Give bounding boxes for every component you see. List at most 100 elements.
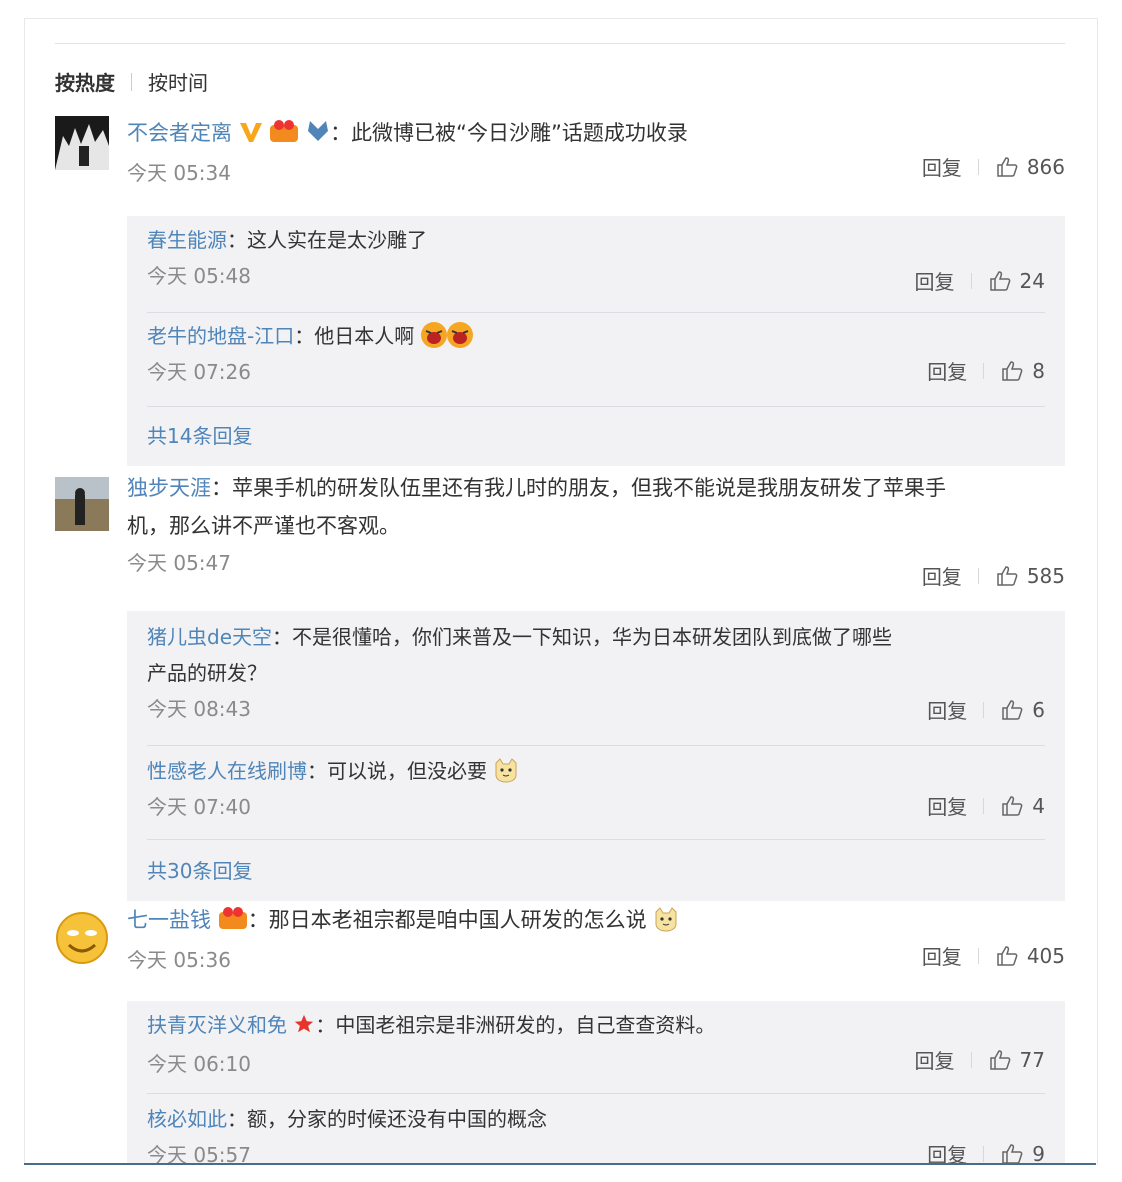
sort-by-time[interactable]: 按时间	[148, 67, 208, 96]
reply-actions: 回复 24	[915, 266, 1045, 295]
username[interactable]: 不会者定离	[127, 121, 232, 145]
reply-button[interactable]: 回复	[922, 561, 962, 590]
reply-item: 核必如此：额，分家的时候还没有中国的概念 今天 05:57 回复 9	[147, 1101, 1045, 1165]
reply-time: 今天 07:40	[147, 795, 251, 819]
divider	[147, 745, 1045, 746]
thumbs-up-icon	[997, 565, 1018, 586]
like-button[interactable]: 866	[995, 155, 1065, 179]
reply-button[interactable]: 回复	[927, 791, 967, 820]
divider	[977, 947, 979, 964]
thumbs-up-icon	[989, 1049, 1010, 1070]
divider	[983, 362, 985, 379]
like-count: 8	[1032, 358, 1045, 383]
reply-text: 猪儿虫de天空：不是很懂哈，你们来普及一下知识，华为日本研发团队到底做了哪些	[147, 619, 1045, 655]
like-button[interactable]: 4	[1000, 794, 1045, 818]
divider	[970, 1051, 972, 1068]
like-button[interactable]: 6	[1000, 698, 1045, 722]
medal-icon	[306, 117, 330, 155]
username[interactable]: 独步天涯	[127, 476, 211, 500]
avatar[interactable]	[55, 911, 109, 965]
like-button[interactable]: 405	[995, 944, 1065, 968]
more-replies-link[interactable]: 共30条回复	[147, 855, 252, 884]
like-button[interactable]: 9	[1000, 1142, 1045, 1165]
avatar[interactable]	[55, 116, 109, 170]
sort-by-hot[interactable]: 按热度	[55, 67, 115, 96]
reply-text: 春生能源：这人实在是太沙雕了	[147, 222, 1045, 258]
thumbs-up-icon	[1002, 1143, 1023, 1164]
username[interactable]: 性感老人在线刷博	[147, 759, 307, 783]
reply-button[interactable]: 回复	[927, 356, 967, 385]
reply-content: ：可以说，但没必要	[307, 759, 487, 783]
comment-text: 独步天涯：苹果手机的研发队伍里还有我儿时的朋友，但我不能说是我朋友研发了苹果手	[127, 469, 1065, 507]
vip-v-icon	[239, 117, 263, 155]
reply-time: 今天 07:26	[147, 360, 251, 384]
comment-actions: 回复 405	[922, 941, 1065, 970]
like-button[interactable]: 24	[988, 269, 1045, 293]
comment-text: 不会者定离 ：此微博已被“今日沙雕”话题成功收录	[127, 114, 1065, 155]
like-button[interactable]: 77	[988, 1048, 1045, 1072]
divider	[977, 567, 979, 584]
reply-content: ：这人实在是太沙雕了	[227, 228, 427, 252]
reply-list: 扶青灭洋义和免 ：中国老祖宗是非洲研发的，自己查查资料。 今天 06:10 回复…	[127, 1001, 1065, 1165]
reply-actions: 回复 9	[927, 1139, 1045, 1166]
thumbs-up-icon	[1002, 360, 1023, 381]
avatar[interactable]	[55, 477, 109, 531]
comment-actions: 回复 585	[922, 561, 1065, 590]
comment-panel: 按热度 按时间 不会者定离 ：此微博已被“今日沙雕”话题成功收录 今天 05:3…	[24, 18, 1098, 1165]
reply-time: 今天 08:43	[147, 697, 251, 721]
comment-item: 不会者定离 ：此微博已被“今日沙雕”话题成功收录 今天 05:34 回复 866…	[55, 114, 1065, 466]
divider	[131, 72, 132, 91]
divider	[147, 312, 1045, 313]
like-count: 585	[1026, 563, 1065, 588]
like-button[interactable]: 585	[995, 564, 1065, 588]
reply-actions: 回复 6	[927, 695, 1045, 724]
like-count: 6	[1032, 697, 1045, 722]
reply-content: ：不是很懂哈，你们来普及一下知识，华为日本研发团队到底做了哪些	[272, 625, 892, 649]
reply-text-line2: 产品的研发？	[147, 661, 267, 685]
reply-content: ：中国老祖宗是非洲研发的，自己查查资料。	[315, 1013, 716, 1037]
username[interactable]: 春生能源	[147, 228, 227, 252]
reply-list: 春生能源：这人实在是太沙雕了 今天 05:48 回复 24 老牛的地盘-江口：他…	[127, 216, 1065, 466]
reply-content: ：额，分家的时候还没有中国的概念	[227, 1107, 547, 1131]
divider	[147, 839, 1045, 840]
username[interactable]: 七一盐钱	[127, 908, 211, 932]
reply-button[interactable]: 回复	[915, 1045, 955, 1074]
reply-text: 扶青灭洋义和免 ：中国老祖宗是非洲研发的，自己查查资料。	[147, 1007, 1045, 1046]
more-replies-link[interactable]: 共14条回复	[147, 420, 252, 449]
reply-time: 今天 05:57	[147, 1143, 251, 1165]
divider	[55, 43, 1065, 44]
laugh-emoji	[420, 322, 447, 348]
reply-text: 老牛的地盘-江口：他日本人啊	[147, 318, 1045, 354]
fan-badge-icon	[218, 904, 248, 942]
comment-text: 七一盐钱 ：那日本老祖宗都是咱中国人研发的怎么说	[127, 901, 1065, 942]
divider	[147, 1093, 1045, 1094]
reply-item: 春生能源：这人实在是太沙雕了 今天 05:48 回复 24	[147, 222, 1045, 294]
sort-bar: 按热度 按时间	[55, 67, 208, 96]
reply-content: ：他日本人啊	[294, 324, 415, 348]
username[interactable]: 猪儿虫de天空	[147, 625, 272, 649]
username[interactable]: 老牛的地盘-江口	[147, 324, 294, 348]
reply-item: 扶青灭洋义和免 ：中国老祖宗是非洲研发的，自己查查资料。 今天 06:10 回复…	[147, 1007, 1045, 1082]
comment-actions: 回复 866	[922, 152, 1065, 181]
like-button[interactable]: 8	[1000, 359, 1045, 383]
star-icon	[293, 1010, 315, 1046]
thumbs-up-icon	[1002, 699, 1023, 720]
reply-item: 老牛的地盘-江口：他日本人啊 今天 07:26 回复 8	[147, 318, 1045, 390]
comment-text-line2: 机，那么讲不严谨也不客观。	[127, 514, 400, 538]
reply-button[interactable]: 回复	[915, 266, 955, 295]
like-count: 4	[1032, 793, 1045, 818]
divider	[983, 701, 985, 718]
thumbs-up-icon	[997, 156, 1018, 177]
divider	[983, 797, 985, 814]
divider	[983, 1145, 985, 1162]
username[interactable]: 核必如此	[147, 1107, 227, 1131]
reply-button[interactable]: 回复	[927, 695, 967, 724]
reply-button[interactable]: 回复	[927, 1139, 967, 1165]
cat-emoji	[653, 906, 679, 932]
thumbs-up-icon	[997, 945, 1018, 966]
comment-content: ：此微博已被“今日沙雕”话题成功收录	[330, 121, 688, 145]
username[interactable]: 扶青灭洋义和免	[147, 1013, 287, 1037]
reply-button[interactable]: 回复	[922, 152, 962, 181]
comment-item: 七一盐钱 ：那日本老祖宗都是咱中国人研发的怎么说 今天 05:36 回复 405…	[55, 901, 1065, 1165]
reply-button[interactable]: 回复	[922, 941, 962, 970]
